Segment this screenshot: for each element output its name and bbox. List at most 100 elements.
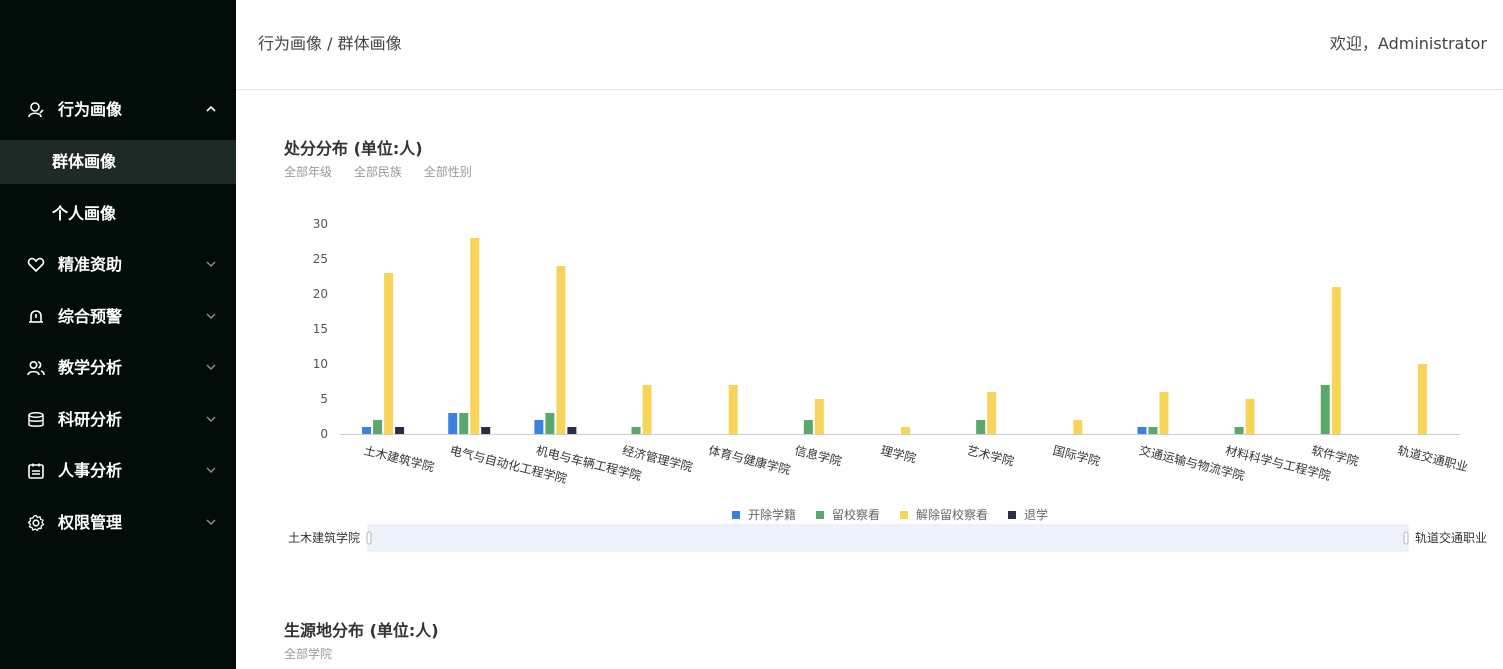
x-tick-label: 艺术学院: [965, 442, 1015, 468]
zoom-start-handle: [366, 531, 372, 545]
bar: [567, 427, 577, 434]
y-tick-label: 15: [313, 322, 328, 336]
filter-ethnicity[interactable]: 全部民族: [354, 165, 402, 179]
origin-filter-row: 全部学院: [284, 646, 350, 662]
bar: [545, 413, 555, 434]
x-tick-label: 轨道交通职业: [1396, 442, 1470, 474]
bar: [470, 238, 480, 434]
alarm-bell-icon: [26, 307, 46, 327]
legend-label: 解除留校察看: [916, 507, 988, 522]
bar: [803, 420, 813, 434]
y-tick-label: 10: [313, 357, 328, 371]
sidebar-item-label: 行为画像: [58, 100, 123, 119]
filter-gender[interactable]: 全部性别: [424, 165, 472, 179]
filter-college[interactable]: 全部学院: [284, 647, 332, 661]
x-tick-label: 土木建筑学院: [362, 442, 436, 474]
breadcrumb: 行为画像 / 群体画像: [258, 34, 402, 53]
zoom-start-label: 土木建筑学院: [288, 530, 360, 545]
bar: [1245, 399, 1255, 434]
zoom-end-label: 轨道交通职业: [1415, 530, 1487, 545]
chevron-up-icon: [204, 102, 218, 116]
chevron-down-icon: [204, 360, 218, 374]
discipline-bar-chart: 051015202530土木建筑学院 电气与自动化工程学院机电与车辆工程学院经济管…: [288, 217, 1487, 552]
y-tick-label: 30: [313, 217, 328, 231]
legend-label: 留校察看: [832, 507, 880, 522]
bar: [814, 399, 824, 434]
bar: [1137, 427, 1147, 434]
sidebar-subitem-group-portrait[interactable]: 群体画像: [0, 140, 236, 184]
sidebar-subitem-label: 群体画像: [52, 152, 117, 171]
sidebar-item-label: 教学分析: [58, 358, 123, 377]
x-tick-label: 信息学院: [793, 442, 843, 468]
bar: [1320, 385, 1330, 434]
legend-swatch: [1008, 511, 1016, 519]
bar: [459, 413, 469, 434]
sidebar-item-label: 科研分析: [58, 410, 123, 429]
y-tick-label: 20: [313, 287, 328, 301]
legend-swatch: [900, 511, 908, 519]
sidebar-item-warning[interactable]: 综合预警: [0, 295, 236, 339]
bar: [362, 427, 372, 434]
zoom-slider-track: [367, 524, 1409, 552]
zoom-end-handle: [1403, 531, 1409, 545]
sidebar-item-precise-aid[interactable]: 精准资助: [0, 243, 236, 287]
bar: [556, 266, 566, 434]
bar: [976, 420, 986, 434]
id-card-icon: [26, 461, 46, 481]
sidebar-item-permission-management[interactable]: 权限管理: [0, 501, 236, 545]
bar: [987, 392, 997, 434]
bar: [901, 427, 910, 434]
legend-swatch: [732, 511, 740, 519]
bar: [481, 427, 491, 434]
chevron-down-icon: [204, 412, 218, 426]
heart-hand-icon: [26, 255, 46, 275]
legend-label: 开除学籍: [748, 507, 796, 522]
x-tick-label: 国际学院: [1052, 442, 1102, 468]
x-tick-label: 理学院: [879, 442, 918, 465]
sidebar-item-hr-analysis[interactable]: 人事分析: [0, 449, 236, 493]
top-header: 行为画像 / 群体画像 欢迎，Administrator: [236, 0, 1503, 90]
main-content: 处分分布 (单位:人) 全部年级 全部民族 全部性别 0 5 10 15 20 25 30 土…: [236, 91, 1503, 669]
database-icon: [26, 410, 46, 430]
filter-grade[interactable]: 全部年级: [284, 165, 332, 179]
y-tick-label: 0: [320, 427, 328, 441]
sidebar-item-teaching-analysis[interactable]: 教学分析: [0, 346, 236, 390]
sidebar-item-label: 综合预警: [58, 307, 123, 326]
sidebar-item-label: 权限管理: [58, 513, 123, 532]
y-tick-label: 25: [313, 252, 328, 266]
bar: [728, 385, 738, 434]
bar: [642, 385, 652, 434]
sidebar-subitem-individual-portrait[interactable]: 个人画像: [0, 192, 236, 236]
bar: [1159, 392, 1169, 434]
sidebar-item-research-analysis[interactable]: 科研分析: [0, 398, 236, 442]
bar: [395, 427, 405, 434]
origin-chart-title: 生源地分布 (单位:人): [284, 621, 439, 640]
chevron-down-icon: [204, 463, 218, 477]
users-icon: [26, 358, 46, 378]
bar: [1148, 427, 1158, 434]
chevron-down-icon: [204, 309, 218, 323]
discipline-chart-title: 处分分布 (单位:人): [284, 139, 423, 158]
bar: [1234, 427, 1244, 434]
sidebar: 行为画像 群体画像 个人画像 精准资助 综合预警 教学分析 科研分析 人事分析 …: [0, 0, 236, 669]
bar: [534, 420, 544, 434]
chevron-down-icon: [204, 515, 218, 529]
bar: [1073, 420, 1083, 434]
bar: [1417, 364, 1427, 434]
legend-label: 退学: [1024, 507, 1048, 522]
bar: [631, 427, 641, 434]
bar: [373, 420, 383, 434]
sidebar-subitem-label: 个人画像: [52, 204, 117, 223]
gear-icon: [26, 513, 46, 533]
sidebar-item-label: 人事分析: [58, 461, 123, 480]
x-tick-label: 软件学院: [1310, 442, 1360, 468]
user-behavior-icon: [26, 100, 46, 120]
legend-swatch: [816, 511, 824, 519]
chevron-down-icon: [204, 257, 218, 271]
welcome-user-text[interactable]: 欢迎，Administrator: [1330, 34, 1487, 54]
bar: [384, 273, 394, 434]
discipline-filter-row: 全部年级 全部民族 全部性别: [284, 164, 490, 180]
x-tick-label: 体育与健康学院: [707, 442, 792, 477]
sidebar-item-behavior-portrait[interactable]: 行为画像: [0, 88, 236, 132]
bar: [1331, 287, 1341, 434]
